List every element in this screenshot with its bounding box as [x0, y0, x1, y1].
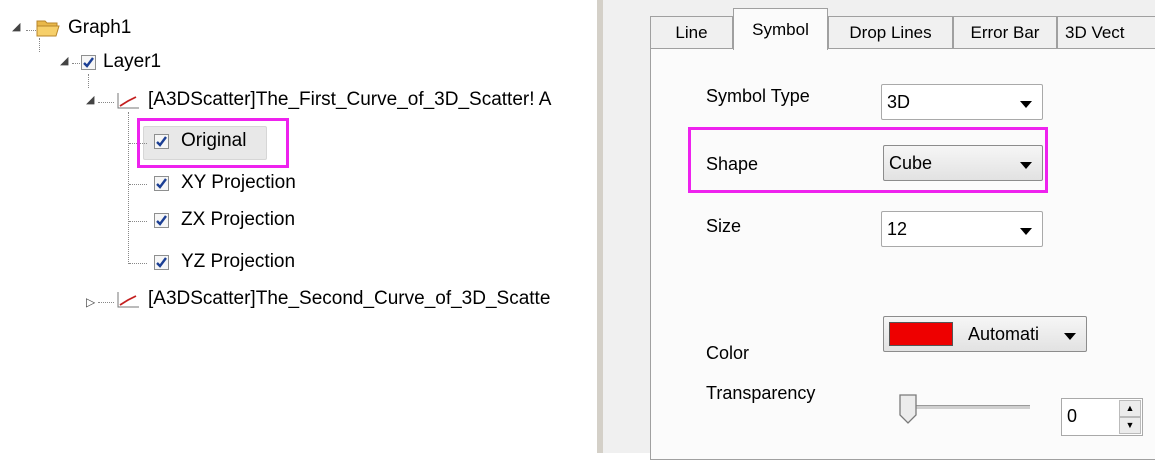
transparency-slider-track[interactable] [905, 405, 1030, 409]
spin-up-icon[interactable]: ▲ [1119, 400, 1141, 417]
symbol-type-value: 3D [887, 92, 911, 112]
layer-checkbox[interactable] [81, 55, 96, 70]
checkmark-icon [156, 257, 167, 268]
slider-thumb-icon[interactable] [898, 393, 918, 425]
expand-arrow-icon[interactable]: ◢ [12, 22, 20, 33]
highlight-box-shape [688, 127, 1048, 193]
color-select[interactable]: Automati [883, 316, 1087, 352]
tab-line[interactable]: Line [650, 16, 733, 48]
tab-drop-lines[interactable]: Drop Lines [828, 16, 953, 48]
transparency-spinbox[interactable]: 0 ▲ ▼ [1061, 398, 1143, 436]
color-value: Automati [968, 324, 1040, 344]
checkmark-icon [156, 215, 167, 226]
tab-3d-vector[interactable]: 3D Vect [1057, 16, 1155, 48]
size-select[interactable]: 12 [881, 211, 1043, 247]
dropdown-arrow-icon [1020, 101, 1032, 108]
highlight-box-original [137, 118, 289, 168]
tree-node-layer[interactable]: Layer1 [103, 51, 161, 73]
yz-projection-checkbox[interactable] [154, 255, 169, 270]
tree-connector [129, 263, 147, 264]
collapse-arrow-icon[interactable]: ▷ [86, 296, 95, 308]
expand-arrow-icon[interactable]: ◢ [86, 95, 94, 106]
tree-node-curve-first[interactable]: [A3DScatter]The_First_Curve_of_3D_Scatte… [148, 89, 551, 111]
size-value: 12 [887, 219, 908, 239]
xy-projection-checkbox[interactable] [154, 176, 169, 191]
tree-node-zx-projection[interactable]: ZX Projection [181, 209, 295, 231]
tree-node-graph[interactable]: Graph1 [68, 17, 131, 39]
checkmark-icon [156, 178, 167, 189]
curve-plot-icon [117, 292, 139, 308]
tree-connector [39, 38, 40, 52]
tree-connector [72, 63, 80, 64]
tree-connector [88, 74, 89, 88]
checkmark-icon [83, 57, 94, 68]
spin-down-icon[interactable]: ▼ [1119, 417, 1141, 434]
dropdown-arrow-icon [1020, 228, 1032, 235]
folder-icon [36, 20, 60, 37]
tab-symbol[interactable]: Symbol [733, 8, 828, 50]
dropdown-arrow-icon [1064, 333, 1076, 340]
curve-plot-icon [117, 93, 139, 109]
transparency-value: 0 [1067, 406, 1078, 426]
tree-node-yz-projection[interactable]: YZ Projection [181, 251, 295, 273]
tree-connector [98, 302, 114, 303]
tree-connector [98, 102, 114, 103]
tab-error-bar[interactable]: Error Bar [953, 16, 1057, 48]
size-label: Size [706, 216, 742, 236]
tree-node-curve-second[interactable]: [A3DScatter]The_Second_Curve_of_3D_Scatt… [148, 288, 550, 310]
color-swatch [889, 322, 953, 346]
tree-connector [129, 221, 147, 222]
symbol-type-select[interactable]: 3D [881, 84, 1043, 120]
symbol-type-label: Symbol Type [706, 86, 810, 106]
color-label: Color [706, 343, 750, 363]
tree-connector [129, 184, 147, 185]
expand-arrow-icon[interactable]: ◢ [60, 56, 68, 67]
tree-connector [26, 30, 36, 31]
transparency-label: Transparency [706, 383, 816, 403]
tree-node-xy-projection[interactable]: XY Projection [181, 172, 296, 194]
zx-projection-checkbox[interactable] [154, 213, 169, 228]
tree-connector [128, 112, 129, 264]
